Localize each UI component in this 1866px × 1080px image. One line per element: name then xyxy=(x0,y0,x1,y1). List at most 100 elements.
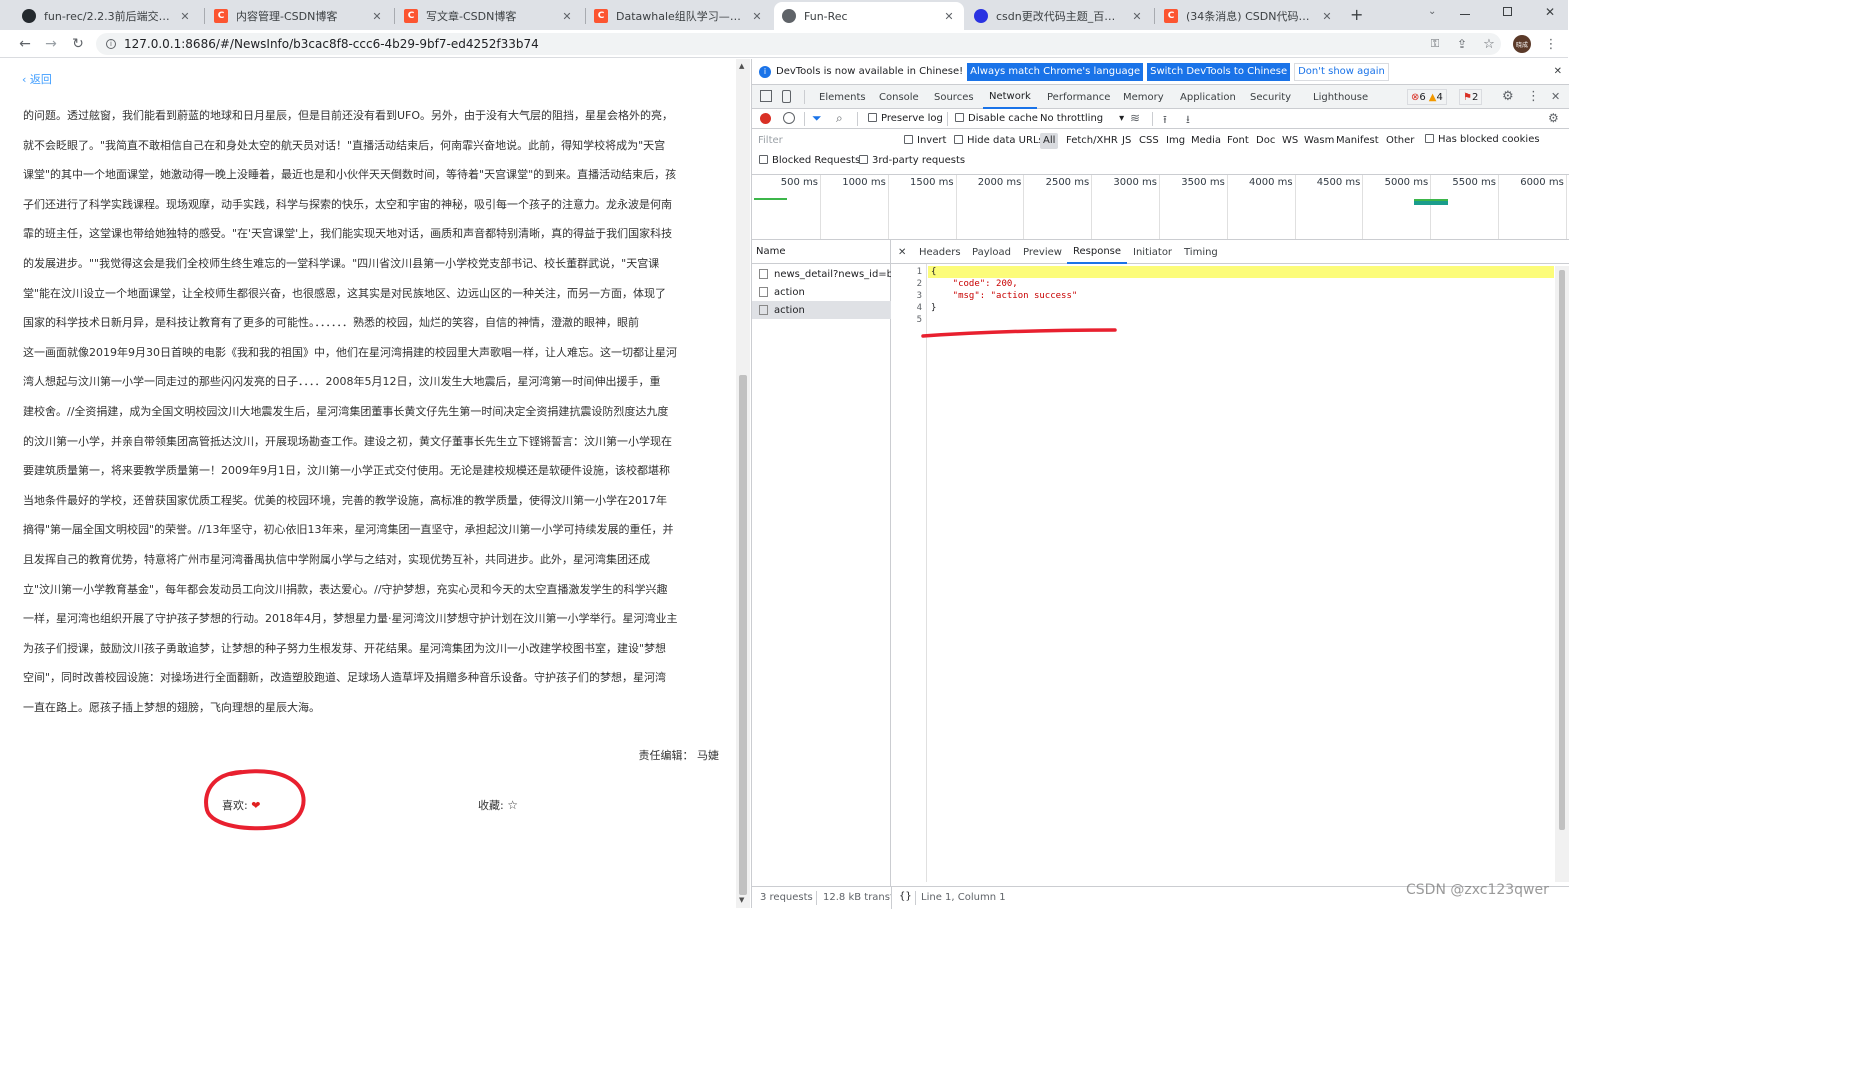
browser-tab-write-article[interactable]: C 写文章-CSDN博客 ✕ xyxy=(396,2,582,30)
filter-type-manifest[interactable]: Manifest xyxy=(1336,135,1379,146)
restore-icon[interactable] xyxy=(1503,7,1512,16)
has-blocked-cookies-checkbox[interactable]: Has blocked cookies xyxy=(1425,134,1540,145)
tab-elements[interactable]: Elements xyxy=(819,85,866,109)
hide-data-urls-checkbox[interactable]: Hide data URLs xyxy=(954,135,1044,146)
export-har-icon[interactable]: ⭳ xyxy=(1186,111,1190,130)
devtools-menu-icon[interactable]: ⋮ xyxy=(1527,89,1540,104)
site-info-icon[interactable]: i xyxy=(106,39,116,49)
filter-type-font[interactable]: Font xyxy=(1227,135,1249,146)
tab-application[interactable]: Application xyxy=(1180,85,1236,109)
dont-show-again-button[interactable]: Don't show again xyxy=(1294,62,1389,81)
tab-sources[interactable]: Sources xyxy=(934,85,974,109)
request-row-selected[interactable]: action xyxy=(752,301,891,319)
tab-timing[interactable]: Timing xyxy=(1184,240,1218,264)
response-line[interactable]: { xyxy=(931,267,936,277)
request-row[interactable]: action xyxy=(752,283,891,301)
error-warning-counter[interactable]: ⊗ 6 ▲ 4 xyxy=(1407,89,1447,105)
new-tab-button[interactable]: + xyxy=(1350,5,1363,24)
record-stop-icon[interactable] xyxy=(760,113,771,124)
filter-funnel-icon[interactable]: ⏷ xyxy=(812,111,822,126)
close-infobar-icon[interactable]: ✕ xyxy=(1554,66,1562,77)
close-detail-icon[interactable]: ✕ xyxy=(898,240,906,264)
tab-console[interactable]: Console xyxy=(879,85,919,109)
response-line[interactable]: "msg": "action success" xyxy=(931,291,1078,301)
tab-response[interactable]: Response xyxy=(1067,240,1128,264)
tab-preview[interactable]: Preview xyxy=(1023,240,1062,264)
bookmark-star-icon[interactable]: ☆ xyxy=(1479,34,1499,54)
close-tab-icon[interactable]: ✕ xyxy=(560,10,574,23)
filter-type-fetch-xhr[interactable]: Fetch/XHR xyxy=(1066,135,1118,146)
back-link[interactable]: ‹ 返回 xyxy=(22,71,52,87)
tab-performance[interactable]: Performance xyxy=(1047,85,1110,109)
close-window-icon[interactable]: ✕ xyxy=(1545,5,1555,19)
close-tab-icon[interactable]: ✕ xyxy=(178,10,192,23)
minimize-icon[interactable] xyxy=(1460,14,1470,15)
scroll-up-arrow-icon[interactable]: ▲ xyxy=(739,62,744,70)
pretty-print-icon[interactable]: {} xyxy=(899,891,912,902)
collect-control[interactable]: 收藏: ☆ xyxy=(478,797,518,813)
key-icon[interactable]: ⚿ xyxy=(1425,34,1445,54)
back-arrow-icon[interactable]: ← xyxy=(15,34,35,54)
disable-cache-checkbox[interactable]: Disable cache xyxy=(955,113,1038,124)
close-tab-icon[interactable]: ✕ xyxy=(750,10,764,23)
reload-icon[interactable]: ↻ xyxy=(68,34,88,54)
response-scrollbar-thumb[interactable] xyxy=(1559,270,1565,830)
filter-type-img[interactable]: Img xyxy=(1166,135,1185,146)
filter-type-js[interactable]: JS xyxy=(1122,135,1131,146)
browser-tab-funrec-github[interactable]: fun-rec/2.2.3前后端交互.m ✕ xyxy=(14,2,200,30)
request-row[interactable]: news_detail?news_id=b... xyxy=(752,265,891,283)
filter-input[interactable]: Filter xyxy=(756,133,891,149)
filter-type-media[interactable]: Media xyxy=(1191,135,1221,146)
scroll-down-arrow-icon[interactable]: ▼ xyxy=(739,896,744,904)
tab-network[interactable]: Network xyxy=(983,85,1037,109)
forward-arrow-icon[interactable]: → xyxy=(41,34,61,54)
name-column-header[interactable]: Name xyxy=(752,240,891,264)
close-tab-icon[interactable]: ✕ xyxy=(1320,10,1334,23)
third-party-requests-checkbox[interactable]: 3rd-party requests xyxy=(859,155,965,166)
clear-icon[interactable] xyxy=(783,112,795,124)
filter-type-other[interactable]: Other xyxy=(1386,135,1414,146)
throttling-select[interactable]: No throttling ▾ xyxy=(1040,113,1124,124)
close-tab-icon[interactable]: ✕ xyxy=(370,10,384,23)
tab-search-icon[interactable]: ⌄ xyxy=(1428,6,1436,17)
tab-memory[interactable]: Memory xyxy=(1123,85,1164,109)
browser-tab-content-manage[interactable]: C 内容管理-CSDN博客 ✕ xyxy=(206,2,392,30)
tab-security[interactable]: Security xyxy=(1250,85,1291,109)
share-icon[interactable]: ⇪ xyxy=(1452,34,1472,54)
close-devtools-icon[interactable]: ✕ xyxy=(1551,90,1560,103)
response-line[interactable]: "code": 200, xyxy=(931,279,1018,289)
network-overview-timeline[interactable]: 500 ms 1000 ms 1500 ms 2000 ms 2500 ms 3000 m… xyxy=(752,175,1569,240)
filter-type-wasm[interactable]: Wasm xyxy=(1304,135,1334,146)
inspect-element-icon[interactable] xyxy=(760,90,772,102)
menu-kebab-icon[interactable]: ⋮ xyxy=(1541,34,1561,54)
browser-tab-datawhale[interactable]: C Datawhale组队学习——推荐 ✕ xyxy=(586,2,772,30)
network-settings-gear-icon[interactable]: ⚙ xyxy=(1548,111,1559,125)
browser-tab-csdn-theme[interactable]: C (34条消息) CSDN代码片主题 ✕ xyxy=(1156,2,1342,30)
invert-checkbox[interactable]: Invert xyxy=(904,135,946,146)
filter-type-doc[interactable]: Doc xyxy=(1256,135,1275,146)
browser-tab-fun-rec[interactable]: Fun-Rec ✕ xyxy=(774,2,964,30)
tab-initiator[interactable]: Initiator xyxy=(1133,240,1172,264)
scrollbar-thumb[interactable] xyxy=(739,375,747,895)
url-text[interactable]: 127.0.0.1:8686/#/NewsInfo/b3cac8f8-ccc6-… xyxy=(124,37,539,51)
filter-type-css[interactable]: CSS xyxy=(1139,135,1159,146)
address-bar[interactable]: i 127.0.0.1:8686/#/NewsInfo/b3cac8f8-ccc… xyxy=(96,33,1501,55)
tab-payload[interactable]: Payload xyxy=(972,240,1011,264)
network-conditions-icon[interactable]: ≋ xyxy=(1130,111,1140,125)
close-tab-icon[interactable]: ✕ xyxy=(942,10,956,23)
always-match-language-button[interactable]: Always match Chrome's language xyxy=(967,62,1144,81)
tab-headers[interactable]: Headers xyxy=(919,240,961,264)
close-tab-icon[interactable]: ✕ xyxy=(1130,10,1144,23)
filter-type-all[interactable]: All xyxy=(1040,133,1059,149)
tab-lighthouse[interactable]: Lighthouse xyxy=(1313,85,1368,109)
preserve-log-checkbox[interactable]: Preserve log xyxy=(868,113,943,124)
issues-counter[interactable]: ⚑ 2 xyxy=(1459,89,1483,105)
star-icon[interactable]: ☆ xyxy=(507,798,518,812)
filter-type-ws[interactable]: WS xyxy=(1282,135,1298,146)
settings-gear-icon[interactable]: ⚙ xyxy=(1502,89,1514,104)
device-toolbar-icon[interactable] xyxy=(782,90,791,103)
response-line[interactable]: } xyxy=(931,303,936,313)
browser-tab-baidu[interactable]: csdn更改代码主题_百度搜索 ✕ xyxy=(966,2,1152,30)
avatar[interactable]: 晓成 xyxy=(1513,35,1531,53)
import-har-icon[interactable]: ⭱ xyxy=(1163,111,1167,130)
